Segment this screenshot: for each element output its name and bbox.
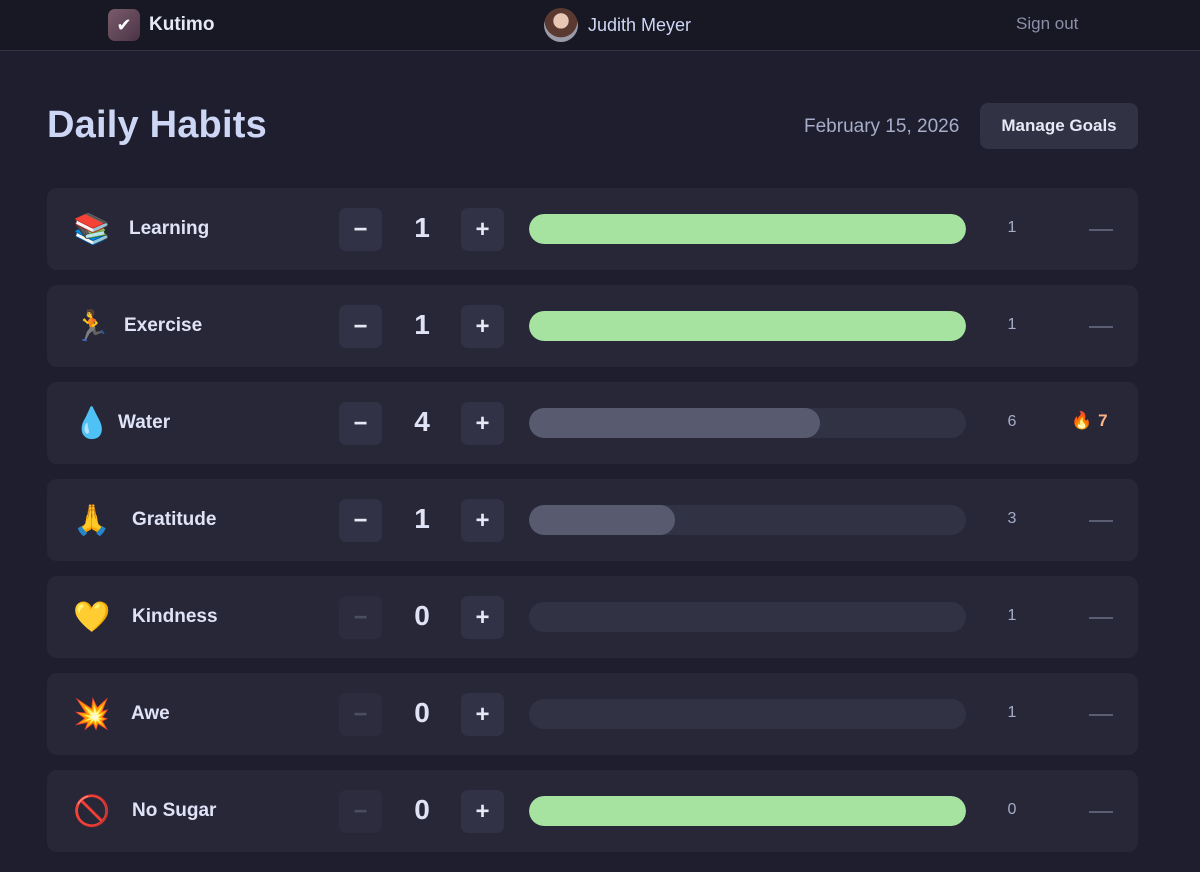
progress-bar [529,796,966,826]
habit-goal: 1 [1007,219,1017,236]
folded-hands-icon: 🙏 [73,503,111,537]
habit-count: 0 [414,697,430,728]
progress-fill [529,311,966,341]
sparkle-star-icon: 💥 [73,697,111,731]
decrement-button[interactable]: − [339,499,382,542]
prohibited-icon: 🚫 [73,794,111,828]
increment-button[interactable]: + [461,305,504,348]
top-nav: ✔ Kutimo Judith Meyer Sign out [0,0,1200,51]
increment-button[interactable]: + [461,790,504,833]
habit-goal: 1 [1007,704,1017,721]
brand[interactable]: ✔ Kutimo [108,8,214,42]
increment-button[interactable]: + [461,402,504,445]
increment-button[interactable]: + [461,208,504,251]
habit-name: Kindness [132,606,218,627]
streak-empty [1089,326,1113,328]
habit-count: 1 [414,212,430,243]
habit-count: 0 [414,794,430,825]
progress-bar [529,408,966,438]
decrement-button[interactable]: − [339,208,382,251]
user-name: Judith Meyer [588,14,692,35]
habit-count: 4 [414,406,430,437]
progress-bar [529,214,966,244]
current-date: February 15, 2026 [804,116,960,137]
decrement-button[interactable]: − [339,305,382,348]
progress-fill [529,505,675,535]
streak-empty [1089,714,1113,716]
streak-empty [1089,617,1113,619]
habit-goal: 6 [1007,413,1017,430]
streak-empty [1089,229,1113,231]
increment-button[interactable]: + [461,693,504,736]
habit-name: Gratitude [132,509,217,530]
habit-row: 💧 Water −4 +6 🔥 7 [47,382,1138,464]
manage-goals-button[interactable]: Manage Goals [980,103,1138,149]
progress-bar [529,602,966,632]
progress-fill [529,408,821,438]
progress-bar [529,311,966,341]
page-title: Daily Habits [47,104,267,146]
habit-row: 🙏 Gratitude − 1 +3 [47,479,1138,561]
habit-goal: 1 [1007,607,1017,624]
runner-icon: 🏃 [73,309,111,343]
habit-goal: 1 [1007,316,1017,333]
progress-bar [529,505,966,535]
habit-name: Water [118,412,171,433]
user-profile[interactable]: Judith Meyer [544,8,691,42]
habit-goal: 0 [1007,801,1017,818]
habit-name: Learning [129,218,210,239]
app-logo-icon: ✔ [108,9,140,41]
decrement-button[interactable]: − [339,693,382,736]
fire-icon: 🔥 [1071,411,1093,430]
habit-count: 0 [414,600,430,631]
habit-row: 📚 Learning − 1 +1 [47,188,1138,270]
signout-link[interactable]: Sign out [1016,14,1078,34]
habit-row: 🚫 No Sugar − 0 +0 [47,770,1138,852]
habit-count: 1 [414,309,430,340]
progress-bar [529,699,966,729]
decrement-button[interactable]: − [339,402,382,445]
increment-button[interactable]: + [461,596,504,639]
decrement-button[interactable]: − [339,596,382,639]
progress-fill [529,796,966,826]
habit-row: 🏃 Exercise − 1 +1 [47,285,1138,367]
progress-fill [529,214,966,244]
habit-name: Exercise [124,315,203,336]
avatar [544,8,578,42]
streak-count: 7 [1098,411,1108,430]
increment-button[interactable]: + [461,499,504,542]
water-drop-icon: 💧 [73,406,111,440]
habit-goal: 3 [1007,510,1017,527]
habit-row: 💛 Kindness − 0 +1 [47,576,1138,658]
habit-row: 💥 Awe − 0 +1 [47,673,1138,755]
decrement-button[interactable]: − [339,790,382,833]
app-name: Kutimo [149,14,215,35]
books-icon: 📚 [73,212,111,246]
yellow-heart-icon: 💛 [73,600,111,634]
habit-count: 1 [414,503,430,534]
streak-badge: 🔥 7 [1071,411,1108,431]
habit-name: No Sugar [132,800,217,821]
streak-empty [1089,811,1113,813]
streak-empty [1089,520,1113,522]
habit-name: Awe [131,703,170,724]
